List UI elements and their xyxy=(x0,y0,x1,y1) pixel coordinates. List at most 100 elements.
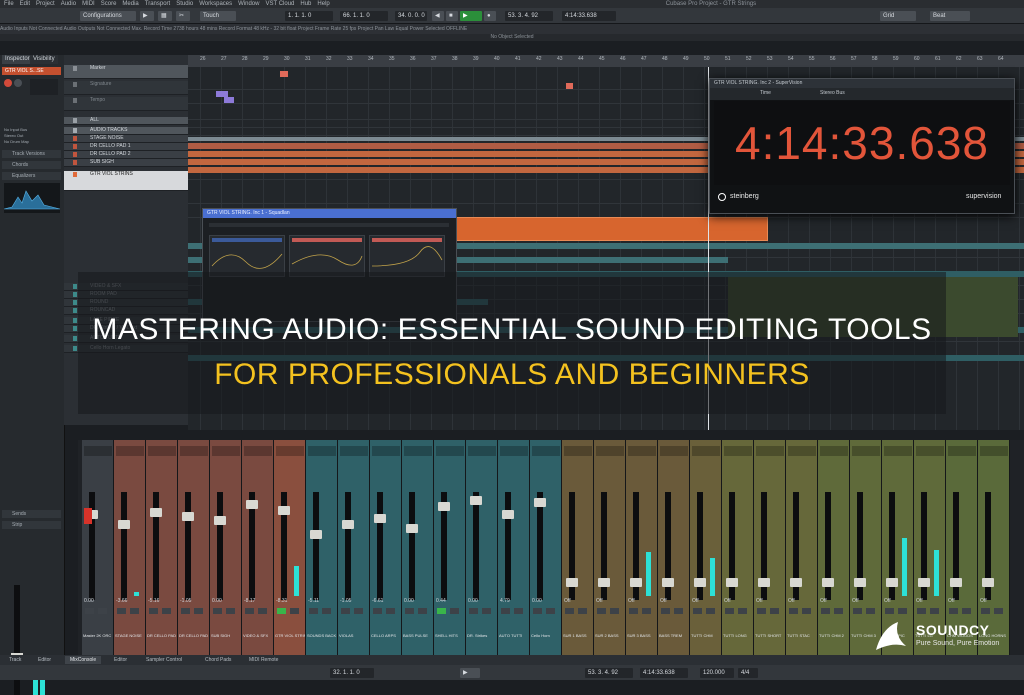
tempo-display[interactable]: 120.000 xyxy=(700,668,734,678)
fader-cap[interactable] xyxy=(790,578,802,587)
fader-track[interactable] xyxy=(345,492,351,600)
mute-button[interactable] xyxy=(181,608,190,614)
mute-button[interactable] xyxy=(469,608,478,614)
supervision-window[interactable]: GTR VIOL STRING. Inc 2 - SuperVision Tim… xyxy=(709,78,1015,214)
split-tool-icon[interactable]: ✂ xyxy=(176,11,190,21)
fader-track[interactable] xyxy=(537,492,543,600)
transport-left-locator[interactable]: 32. 1. 1. 0 xyxy=(330,668,374,678)
menu-item-edit[interactable]: Edit xyxy=(20,0,30,8)
mute-button[interactable] xyxy=(821,608,830,614)
solo-button[interactable] xyxy=(386,608,395,614)
mute-button[interactable] xyxy=(917,608,926,614)
eq-band-2[interactable] xyxy=(289,235,365,277)
audio-event[interactable] xyxy=(224,97,234,103)
mixer-channel[interactable]: Off TUTTI SHORT xyxy=(754,440,786,655)
mute-button[interactable] xyxy=(245,608,254,614)
solo-button[interactable] xyxy=(194,608,203,614)
section-track-versions[interactable]: Track Versions xyxy=(2,150,61,158)
mute-button[interactable] xyxy=(693,608,702,614)
mute-button[interactable] xyxy=(885,608,894,614)
automation-mode-select[interactable]: Touch xyxy=(200,11,236,21)
mute-button[interactable] xyxy=(405,608,414,614)
track-row[interactable]: Marker xyxy=(64,65,188,79)
mute-button[interactable] xyxy=(629,608,638,614)
menu-item-vst-cloud[interactable]: VST Cloud xyxy=(265,0,294,8)
track-row[interactable]: Signature xyxy=(64,81,188,95)
monitor-icon[interactable] xyxy=(14,79,22,87)
fader-cap[interactable] xyxy=(214,516,226,525)
audio-event[interactable] xyxy=(438,217,768,241)
mixer-channel[interactable]: Off TUTTI CHM xyxy=(690,440,722,655)
menu-item-midi[interactable]: MIDI xyxy=(82,0,95,8)
mute-button[interactable] xyxy=(661,608,670,614)
menu-item-score[interactable]: Score xyxy=(101,0,117,8)
fader-cap[interactable] xyxy=(150,508,162,517)
fader-cap[interactable] xyxy=(854,578,866,587)
mute-button[interactable] xyxy=(85,608,94,614)
fader-cap[interactable] xyxy=(278,506,290,515)
supervision-bus[interactable]: Stereo Bus xyxy=(820,90,845,96)
mixer-channel[interactable]: -3.66 STAGE NOISE xyxy=(114,440,146,655)
mixer-channel[interactable]: -8.31 GTR VIOL STRIN xyxy=(274,440,306,655)
solo-button[interactable] xyxy=(514,608,523,614)
fader-track[interactable] xyxy=(313,492,319,600)
mute-button[interactable] xyxy=(853,608,862,614)
mute-button[interactable] xyxy=(597,608,606,614)
fader-cap[interactable] xyxy=(598,578,610,587)
lower-zone-tab[interactable]: MixConsole xyxy=(65,656,102,664)
fader-cap[interactable] xyxy=(342,520,354,529)
solo-button[interactable] xyxy=(866,608,875,614)
fader-cap[interactable] xyxy=(566,578,578,587)
fader-cap[interactable] xyxy=(374,514,386,523)
fader-cap[interactable] xyxy=(502,510,514,519)
right-locator[interactable]: 66. 1. 1. 0 xyxy=(340,11,388,21)
mixer-channel[interactable]: Off SUR 3 BASS xyxy=(626,440,658,655)
track-row[interactable]: STAGE NOISE xyxy=(64,135,188,143)
fader-cap[interactable] xyxy=(918,578,930,587)
solo-button[interactable] xyxy=(898,608,907,614)
bar-position-display[interactable]: 53. 3. 4. 92 xyxy=(505,11,553,21)
solo-button[interactable] xyxy=(834,608,843,614)
mute-button[interactable] xyxy=(309,608,318,614)
mixer-channel[interactable]: 0.00 BASS PULSE xyxy=(402,440,434,655)
solo-button[interactable] xyxy=(258,608,267,614)
mixer-channel[interactable]: Off TUTTI STAC xyxy=(786,440,818,655)
lower-zone-tab[interactable]: Editor xyxy=(109,656,132,664)
quantize-select[interactable]: Beat xyxy=(930,11,970,21)
fader-cap[interactable] xyxy=(950,578,962,587)
mute-button[interactable] xyxy=(757,608,766,614)
fader-track[interactable] xyxy=(377,492,383,600)
arrow-tool-icon[interactable]: ▶ xyxy=(140,11,154,21)
fader-track[interactable] xyxy=(409,492,415,600)
mute-button[interactable] xyxy=(277,608,286,614)
solo-button[interactable] xyxy=(738,608,747,614)
solo-button[interactable] xyxy=(98,608,107,614)
solo-button[interactable] xyxy=(674,608,683,614)
mixer-channel[interactable]: 0.44 SHELL HITS xyxy=(434,440,466,655)
track-row[interactable]: Tempo xyxy=(64,97,188,111)
time-signature[interactable]: 4/4 xyxy=(738,668,758,678)
mixer-channel[interactable]: -1.05 VIOLAS xyxy=(338,440,370,655)
solo-button[interactable] xyxy=(962,608,971,614)
eq-band-1[interactable] xyxy=(209,235,285,277)
solo-button[interactable] xyxy=(546,608,555,614)
menu-item-audio[interactable]: Audio xyxy=(61,0,76,8)
menu-item-project[interactable]: Project xyxy=(36,0,55,8)
track-row[interactable]: AUDIO TRACKS xyxy=(64,127,188,135)
fader-track[interactable] xyxy=(185,492,191,600)
configurations-select[interactable]: Configurations xyxy=(80,11,136,21)
mixer-channel[interactable]: Off TUTTI LONG xyxy=(722,440,754,655)
lower-zone-tab[interactable]: MIDI Remote xyxy=(244,656,283,664)
section-sends[interactable]: Sends xyxy=(2,510,61,518)
mute-button[interactable] xyxy=(117,608,126,614)
solo-button[interactable] xyxy=(354,608,363,614)
solo-button[interactable] xyxy=(418,608,427,614)
range-tool-icon[interactable]: ▦ xyxy=(158,11,172,21)
mute-button[interactable] xyxy=(725,608,734,614)
solo-button[interactable] xyxy=(610,608,619,614)
fader-cap[interactable] xyxy=(118,520,130,529)
transport-time-position[interactable]: 4:14:33.638 xyxy=(640,668,688,678)
grid-select[interactable]: Grid xyxy=(880,11,916,21)
transport-play-icon[interactable]: ▶ xyxy=(460,668,480,678)
menu-item-file[interactable]: File xyxy=(4,0,14,8)
